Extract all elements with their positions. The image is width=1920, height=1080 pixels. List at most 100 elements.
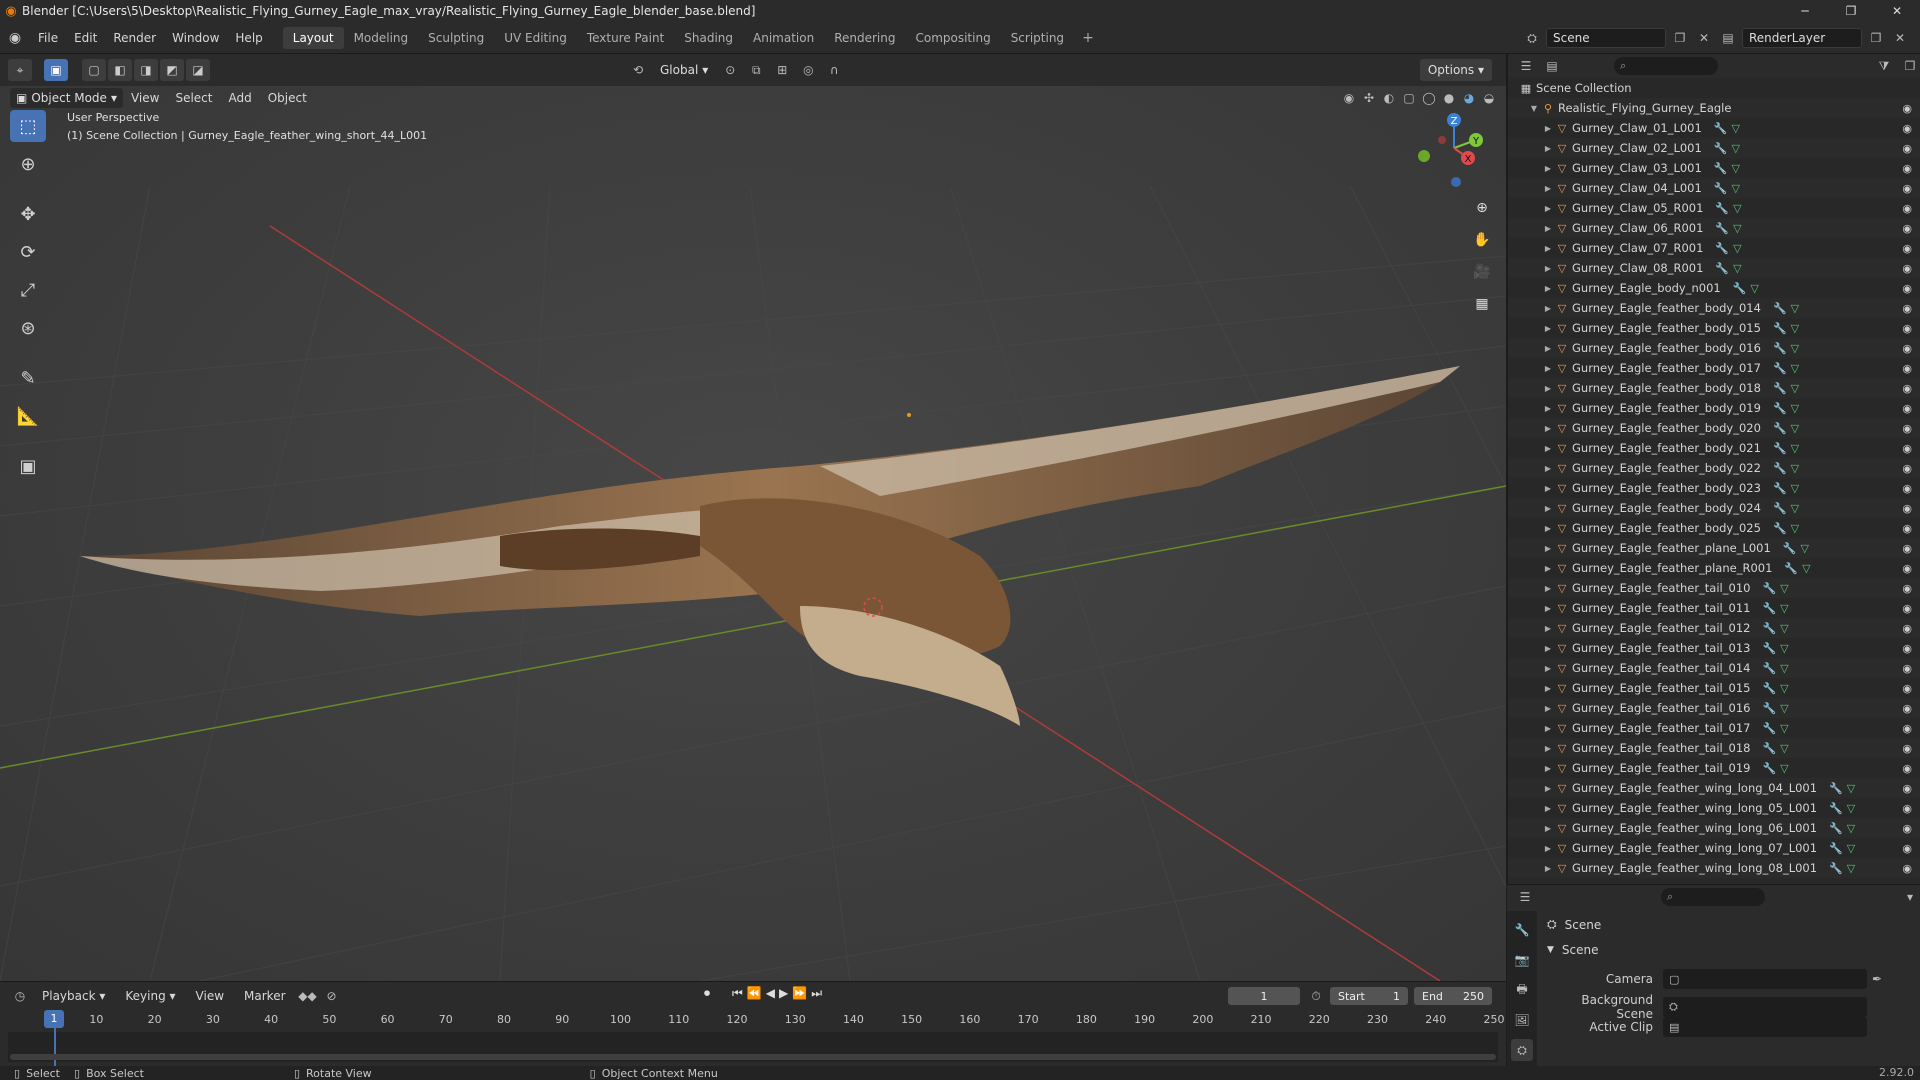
delete-scene-icon[interactable]: ✕ — [1694, 28, 1714, 48]
mesh-data-icon[interactable]: ▽ — [1780, 582, 1792, 595]
modifier-wrench-icon[interactable]: 🔧 — [1773, 522, 1791, 535]
modifier-wrench-icon[interactable]: 🔧 — [1762, 642, 1780, 655]
expand-right-icon[interactable]: ▶ — [1542, 644, 1554, 653]
modifier-wrench-icon[interactable]: 🔧 — [1715, 202, 1733, 215]
prev-keyframe-icon[interactable]: ⏪ — [747, 986, 762, 1001]
tab-modeling[interactable]: Modeling — [344, 27, 419, 49]
outliner-item[interactable]: ▶ ▽ Gurney_Claw_05_R001 🔧▽ ◉ — [1508, 198, 1920, 218]
expand-right-icon[interactable]: ▶ — [1542, 244, 1554, 253]
outliner-item[interactable]: ▶ ▽ Gurney_Eagle_feather_tail_012 🔧▽ ◉ — [1508, 618, 1920, 638]
eye-icon[interactable]: ◉ — [1902, 442, 1912, 455]
frame-ruler[interactable]: 1102030405060708090100110120130140150160… — [8, 1010, 1504, 1030]
next-keyframe-icon[interactable]: ⏩ — [792, 986, 807, 1001]
outliner-item[interactable]: ▶ ▽ Gurney_Eagle_feather_tail_013 🔧▽ ◉ — [1508, 638, 1920, 658]
expand-right-icon[interactable]: ▶ — [1542, 824, 1554, 833]
modifier-wrench-icon[interactable]: 🔧 — [1829, 842, 1847, 855]
solid-shading-icon[interactable]: ● — [1440, 88, 1458, 108]
eye-icon[interactable]: ◉ — [1902, 862, 1912, 875]
modifier-wrench-icon[interactable]: 🔧 — [1762, 762, 1780, 775]
mesh-data-icon[interactable]: ▽ — [1732, 182, 1744, 195]
object-mode-dropdown[interactable]: ▣ Object Mode ▾ — [10, 88, 123, 108]
eye-icon[interactable]: ◉ — [1902, 642, 1912, 655]
mesh-data-icon[interactable]: ▽ — [1780, 742, 1792, 755]
outliner-item[interactable]: ▶ ▽ Gurney_Eagle_feather_tail_018 🔧▽ ◉ — [1508, 738, 1920, 758]
outliner-item[interactable]: ▶ ▽ Gurney_Eagle_feather_body_025 🔧▽ ◉ — [1508, 518, 1920, 538]
eye-icon[interactable]: ◉ — [1902, 222, 1912, 235]
tab-scripting[interactable]: Scripting — [1001, 27, 1074, 49]
mesh-data-icon[interactable]: ▽ — [1847, 862, 1859, 875]
expand-down-icon[interactable]: ▼ — [1528, 104, 1540, 113]
visibility-icon[interactable]: ◉ — [1340, 88, 1358, 108]
expand-right-icon[interactable]: ▶ — [1542, 524, 1554, 533]
display-mode-icon[interactable]: ▤ — [1542, 56, 1562, 76]
modifier-wrench-icon[interactable]: 🔧 — [1829, 862, 1847, 875]
play-icon[interactable]: ▶ — [779, 986, 788, 1001]
modifier-wrench-icon[interactable]: 🔧 — [1762, 662, 1780, 675]
modifier-wrench-icon[interactable]: 🔧 — [1714, 122, 1732, 135]
eye-icon[interactable]: ◉ — [1902, 202, 1912, 215]
mesh-data-icon[interactable]: ▽ — [1847, 822, 1859, 835]
eye-icon[interactable]: ◉ — [1902, 302, 1912, 315]
expand-right-icon[interactable]: ▶ — [1542, 424, 1554, 433]
overlay-toggle-icon[interactable]: ◐ — [1380, 88, 1398, 108]
proportional-edit-icon[interactable]: ◎ — [798, 60, 818, 80]
outliner-item[interactable]: ▶ ▽ Gurney_Eagle_feather_body_014 🔧▽ ◉ — [1508, 298, 1920, 318]
tab-rendering[interactable]: Rendering — [824, 27, 905, 49]
mesh-data-icon[interactable]: ▽ — [1802, 562, 1814, 575]
eye-icon[interactable]: ◉ — [1902, 682, 1912, 695]
modifier-wrench-icon[interactable]: 🔧 — [1733, 282, 1751, 295]
falloff-icon[interactable]: ∩ — [824, 60, 844, 80]
viewport-menu-view[interactable]: View — [123, 91, 167, 105]
eye-icon[interactable]: ◉ — [1902, 662, 1912, 675]
outliner-item[interactable]: ▶ ▽ Gurney_Claw_01_L001 🔧▽ ◉ — [1508, 118, 1920, 138]
eye-icon[interactable]: ◉ — [1902, 122, 1912, 135]
modifier-wrench-icon[interactable]: 🔧 — [1762, 682, 1780, 695]
render-layer-icon[interactable]: ▤ — [1718, 28, 1738, 48]
eye-icon[interactable]: ◉ — [1902, 602, 1912, 615]
outliner-editor-icon[interactable]: ☰ — [1516, 56, 1536, 76]
outliner-item[interactable]: ▶ ▽ Gurney_Eagle_feather_tail_010 🔧▽ ◉ — [1508, 578, 1920, 598]
outliner-item[interactable]: ▶ ▽ Gurney_Eagle_feather_body_023 🔧▽ ◉ — [1508, 478, 1920, 498]
mesh-data-icon[interactable]: ▽ — [1791, 402, 1803, 415]
expand-right-icon[interactable]: ▶ — [1542, 544, 1554, 553]
eye-icon[interactable]: ◉ — [1902, 582, 1912, 595]
timeline-menu-keying[interactable]: Keying ▾ — [117, 989, 183, 1003]
modifier-wrench-icon[interactable]: 🔧 — [1762, 622, 1780, 635]
tab-texture-paint[interactable]: Texture Paint — [577, 27, 674, 49]
mesh-data-icon[interactable]: ▽ — [1791, 302, 1803, 315]
select-invert-icon[interactable]: ◩ — [160, 59, 184, 81]
modifier-wrench-icon[interactable]: 🔧 — [1773, 322, 1791, 335]
eye-icon[interactable]: ◉ — [1902, 382, 1912, 395]
expand-right-icon[interactable]: ▶ — [1542, 164, 1554, 173]
viewport-menu-add[interactable]: Add — [220, 91, 259, 105]
expand-right-icon[interactable]: ▶ — [1542, 184, 1554, 193]
outliner-item[interactable]: ▶ ▽ Gurney_Claw_03_L001 🔧▽ ◉ — [1508, 158, 1920, 178]
mesh-data-icon[interactable]: ▽ — [1847, 802, 1859, 815]
expand-right-icon[interactable]: ▶ — [1542, 684, 1554, 693]
expand-right-icon[interactable]: ▶ — [1542, 464, 1554, 473]
expand-right-icon[interactable]: ▶ — [1542, 744, 1554, 753]
tool-tab-icon[interactable]: 🔧 — [1511, 919, 1533, 941]
maximize-button[interactable]: ❐ — [1828, 0, 1874, 22]
mesh-data-icon[interactable]: ▽ — [1791, 342, 1803, 355]
current-frame-field[interactable]: 1 — [1228, 987, 1300, 1005]
outliner-item[interactable]: ▶ ▽ Gurney_Claw_07_R001 🔧▽ ◉ — [1508, 238, 1920, 258]
active-clip-field[interactable]: ▤ — [1663, 1017, 1867, 1037]
eye-icon[interactable]: ◉ — [1902, 282, 1912, 295]
expand-right-icon[interactable]: ▶ — [1542, 384, 1554, 393]
timeline-menu-playback[interactable]: Playback ▾ — [34, 989, 113, 1003]
orientation-dropdown[interactable]: Global ▾ — [654, 60, 715, 80]
properties-editor-icon[interactable]: ☰ — [1515, 887, 1535, 907]
eye-icon[interactable]: ◉ — [1902, 342, 1912, 355]
menu-file[interactable]: File — [30, 27, 66, 49]
outliner-item[interactable]: ▶ ▽ Gurney_Eagle_feather_body_015 🔧▽ ◉ — [1508, 318, 1920, 338]
expand-right-icon[interactable]: ▶ — [1542, 444, 1554, 453]
expand-right-icon[interactable]: ▶ — [1542, 404, 1554, 413]
eye-icon[interactable]: ◉ — [1902, 102, 1912, 115]
expand-right-icon[interactable]: ▶ — [1542, 264, 1554, 273]
expand-right-icon[interactable]: ▶ — [1542, 624, 1554, 633]
mesh-data-icon[interactable]: ▽ — [1791, 482, 1803, 495]
eye-icon[interactable]: ◉ — [1902, 262, 1912, 275]
eyedropper-icon[interactable]: ✒ — [1867, 969, 1887, 989]
cursor-tool-icon[interactable]: ⊕ — [10, 148, 46, 180]
